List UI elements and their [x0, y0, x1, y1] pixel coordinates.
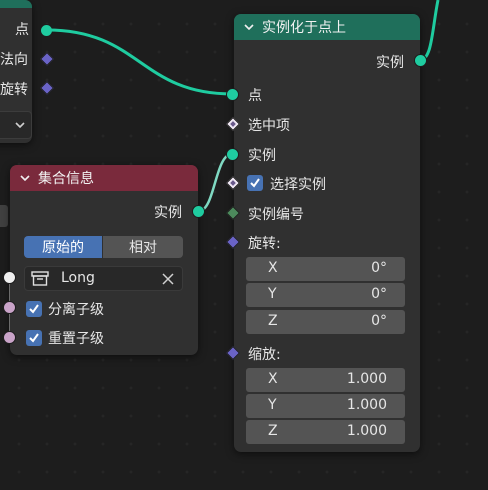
- rotation-z-field[interactable]: Z 0°: [246, 310, 405, 334]
- instance-on-points-node[interactable]: 实例化于点上 实例 点 选中项 实例 选择实例 实例编号 旋转: X 0° Y …: [234, 14, 420, 452]
- rotation-y-axis: Y: [268, 286, 277, 302]
- partial-normal-label: 法向: [0, 52, 28, 68]
- node-title: 集合信息: [38, 171, 94, 187]
- input-selection-label: 选中项: [248, 118, 290, 134]
- input-instance-label: 实例: [248, 148, 276, 164]
- reset-children-label: 重置子级: [48, 331, 104, 347]
- input-instance-socket[interactable]: [226, 148, 239, 161]
- rotation-y-field[interactable]: Y 0°: [246, 283, 405, 307]
- scale-x-axis: X: [268, 371, 278, 387]
- rotation-y-value: 0°: [371, 286, 387, 302]
- rotation-x-field[interactable]: X 0°: [246, 257, 405, 281]
- checkmark-icon: [29, 333, 39, 343]
- separate-children-socket[interactable]: [3, 301, 16, 314]
- rotation-x-value: 0°: [371, 260, 387, 276]
- partial-dropdown[interactable]: [0, 111, 32, 139]
- partial-point-socket[interactable]: [40, 24, 53, 37]
- input-points-label: 点: [248, 88, 262, 104]
- rotation-label: 旋转:: [248, 236, 281, 252]
- scale-y-field[interactable]: Y 1.000: [246, 394, 405, 418]
- collection-input-socket[interactable]: [3, 271, 16, 284]
- collection-field[interactable]: Long: [24, 266, 183, 291]
- scale-z-value: 1.000: [346, 423, 387, 439]
- separate-children-label: 分离子级: [48, 302, 104, 318]
- rotation-x-axis: X: [268, 260, 278, 276]
- instance-index-label: 实例编号: [248, 207, 304, 223]
- scale-x-value: 1.000: [346, 371, 387, 387]
- pick-instance-checkbox[interactable]: [247, 175, 263, 191]
- tab-original[interactable]: 原始的: [24, 236, 102, 258]
- chevron-down-icon[interactable]: [244, 24, 254, 30]
- scale-y-value: 1.000: [346, 397, 387, 413]
- collection-icon: [31, 271, 49, 286]
- chevron-down-icon[interactable]: [20, 175, 30, 181]
- partial-small-field: [0, 205, 8, 227]
- scale-z-field[interactable]: Z 1.000: [246, 420, 405, 444]
- scale-y-axis: Y: [268, 397, 277, 413]
- chevron-down-icon: [15, 122, 25, 128]
- scale-x-field[interactable]: X 1.000: [246, 368, 405, 392]
- rotation-z-value: 0°: [371, 313, 387, 329]
- collection-info-header[interactable]: 集合信息: [10, 165, 198, 191]
- tab-relative[interactable]: 相对: [103, 236, 183, 258]
- checkmark-icon: [29, 304, 39, 314]
- collection-value: Long: [61, 270, 95, 286]
- collection-output-instances-socket[interactable]: [192, 205, 205, 218]
- checkmark-icon: [250, 178, 260, 188]
- pick-instance-label: 选择实例: [270, 177, 326, 193]
- partial-node-left[interactable]: 点 法向 旋转: [0, 0, 32, 143]
- partial-node-header: [0, 0, 32, 8]
- output-instances-label: 实例: [154, 205, 182, 221]
- input-points-socket[interactable]: [226, 88, 239, 101]
- scale-label: 缩放:: [248, 347, 281, 363]
- scale-z-axis: Z: [268, 423, 278, 439]
- reset-children-checkbox[interactable]: [26, 330, 42, 346]
- output-instances-socket[interactable]: [414, 54, 427, 67]
- partial-point-label: 点: [15, 22, 29, 38]
- instance-on-points-header[interactable]: 实例化于点上: [234, 14, 420, 40]
- collection-info-node[interactable]: 集合信息 实例 原始的 相对 Long 分离子级 重置子级: [10, 165, 198, 355]
- node-title: 实例化于点上: [262, 20, 346, 36]
- separate-children-checkbox[interactable]: [26, 301, 42, 317]
- reset-children-socket[interactable]: [3, 331, 16, 344]
- rotation-z-axis: Z: [268, 313, 278, 329]
- partial-rotation-label: 旋转: [0, 82, 28, 98]
- close-icon[interactable]: [162, 273, 174, 285]
- output-instances-label: 实例: [376, 55, 404, 71]
